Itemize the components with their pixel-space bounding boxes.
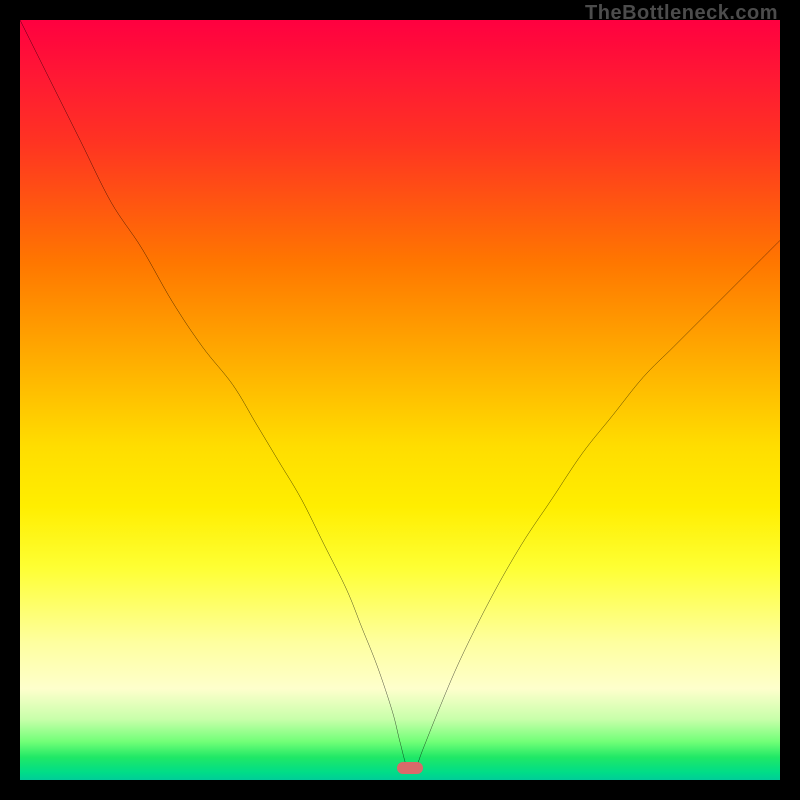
curve-path <box>20 20 780 771</box>
bottleneck-curve <box>20 20 780 780</box>
minimum-marker <box>397 762 423 774</box>
chart-frame: TheBottleneck.com <box>0 0 800 800</box>
watermark-text: TheBottleneck.com <box>585 2 778 25</box>
